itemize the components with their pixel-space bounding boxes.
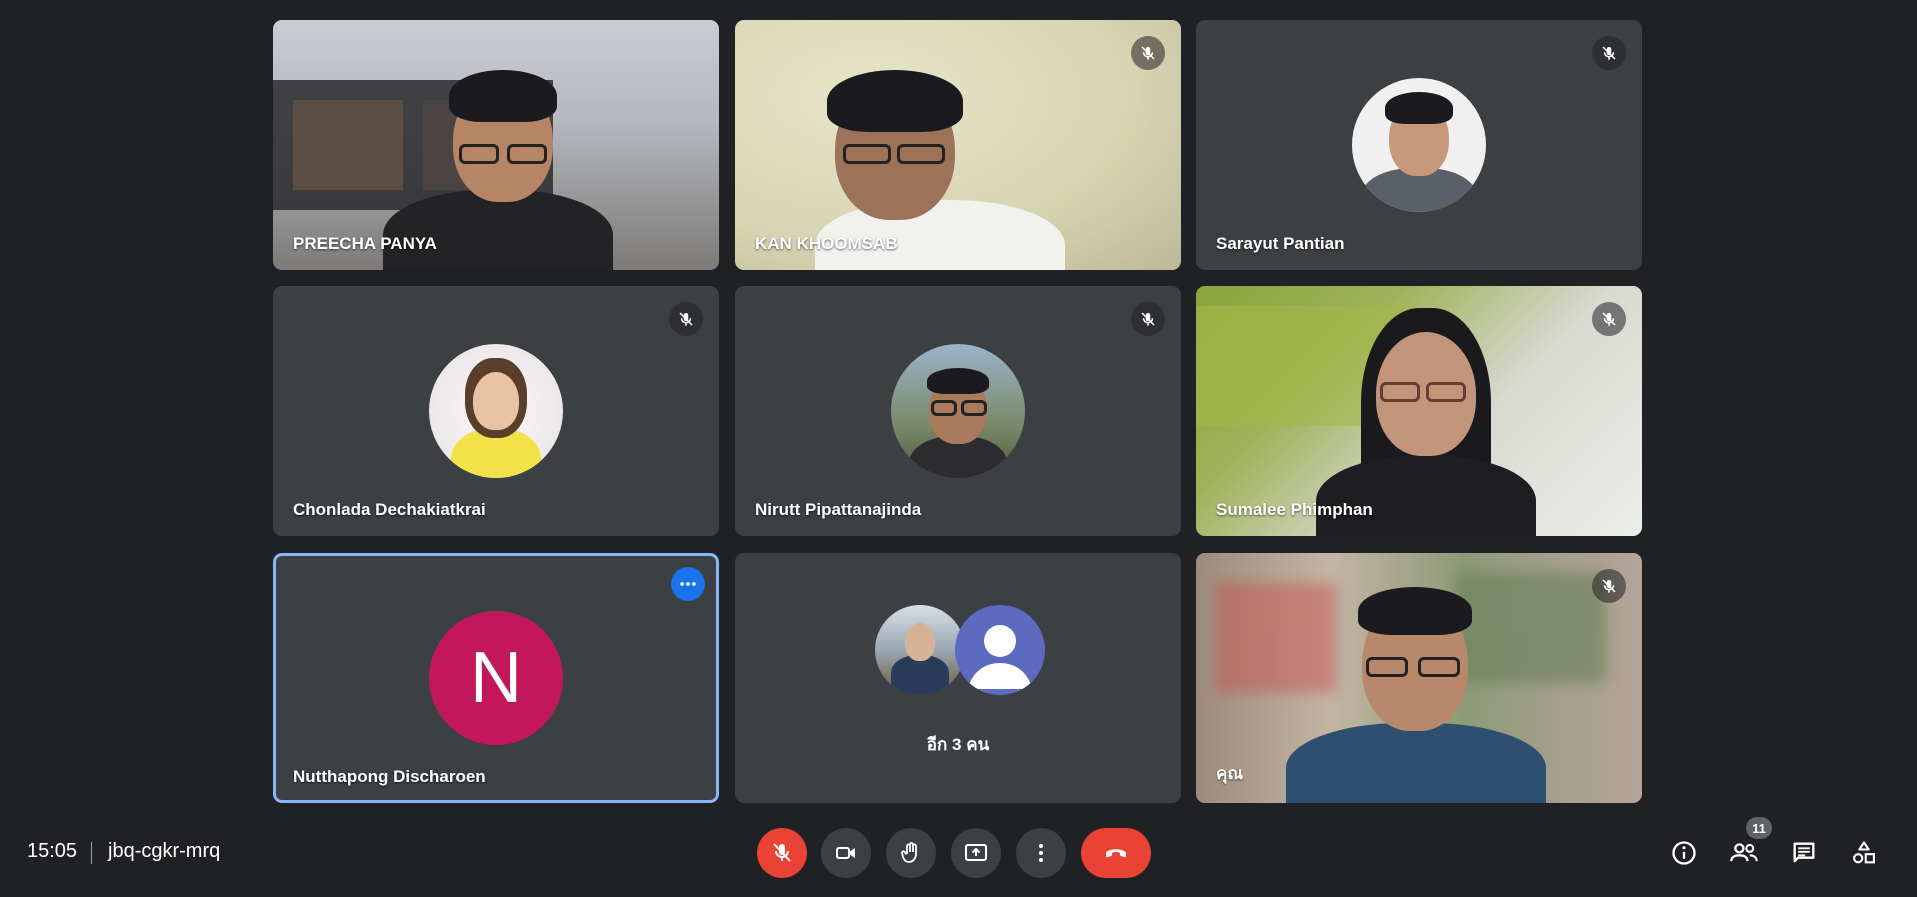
videocam-icon (836, 847, 855, 859)
mic-off-icon (1592, 569, 1626, 603)
mic-off-icon (669, 302, 703, 336)
participant-tile[interactable]: Chonlada Dechakiatkrai (273, 286, 719, 536)
participant-name: Nutthapong Discharoen (293, 767, 486, 786)
hand-raise-icon (901, 842, 917, 863)
call-end-icon (1106, 849, 1126, 858)
participant-tile[interactable]: คุณ (1196, 553, 1642, 803)
mic-off-icon (1592, 36, 1626, 70)
participant-tile[interactable]: Nirutt Pipattanajinda (735, 286, 1181, 536)
mic-off-icon (1131, 36, 1165, 70)
activities-icon (1853, 841, 1875, 864)
participant-tile[interactable]: PREECHA PANYA (273, 20, 719, 270)
people-icon (1730, 843, 1758, 862)
person-icon (968, 625, 1032, 689)
avatar (429, 344, 563, 478)
meeting-time: 15:05 (27, 840, 78, 862)
camera-toggle-button[interactable] (821, 828, 871, 878)
present-button[interactable] (951, 828, 1001, 878)
participant-video (273, 20, 719, 270)
people-button[interactable] (1725, 834, 1763, 872)
meeting-details-button[interactable] (1665, 834, 1703, 872)
participant-video (1196, 553, 1642, 803)
activities-button[interactable] (1845, 834, 1883, 872)
participant-tile[interactable]: N Nutthapong Discharoen (273, 553, 719, 803)
participant-name: KAN KHOOMSAB (755, 234, 898, 253)
more-options-button[interactable] (1016, 828, 1066, 878)
raise-hand-button[interactable] (886, 828, 936, 878)
participant-name: Chonlada Dechakiatkrai (293, 500, 486, 519)
avatar: N (429, 611, 563, 745)
participant-video (1196, 286, 1642, 536)
avatar (955, 605, 1045, 695)
mic-off-icon (1592, 302, 1626, 336)
more-options-button[interactable] (671, 567, 705, 601)
participant-name: Nirutt Pipattanajinda (755, 500, 922, 519)
chat-button[interactable] (1785, 834, 1823, 872)
participant-tile[interactable]: Sarayut Pantian (1196, 20, 1642, 270)
participant-count-badge: 11 (1746, 817, 1772, 839)
chat-icon (1793, 842, 1815, 863)
avatar (891, 344, 1025, 478)
mic-off-icon (1131, 302, 1165, 336)
avatar (875, 605, 965, 695)
avatar (1352, 78, 1486, 212)
avatar-letter: N (429, 611, 563, 745)
participant-name: Sumalee Phimphan (1216, 500, 1373, 519)
present-screen-icon (965, 844, 987, 861)
divider (91, 842, 92, 864)
participant-name: Sarayut Pantian (1216, 234, 1345, 253)
participant-name: PREECHA PANYA (293, 234, 437, 253)
mic-toggle-button[interactable] (757, 828, 807, 878)
more-participants-label: อีก 3 คน (926, 735, 990, 754)
more-vert-icon (1039, 844, 1043, 862)
participant-video (735, 20, 1181, 270)
meeting-code[interactable]: jbq-cgkr-mrq (108, 840, 220, 863)
info-icon (1672, 841, 1696, 865)
mic-off-icon (773, 843, 791, 862)
leave-call-button[interactable] (1081, 828, 1151, 878)
participant-name: คุณ (1216, 764, 1244, 783)
more-participants-tile[interactable]: อีก 3 คน (735, 553, 1181, 803)
participant-tile[interactable]: KAN KHOOMSAB (735, 20, 1181, 270)
participant-tile[interactable]: Sumalee Phimphan (1196, 286, 1642, 536)
